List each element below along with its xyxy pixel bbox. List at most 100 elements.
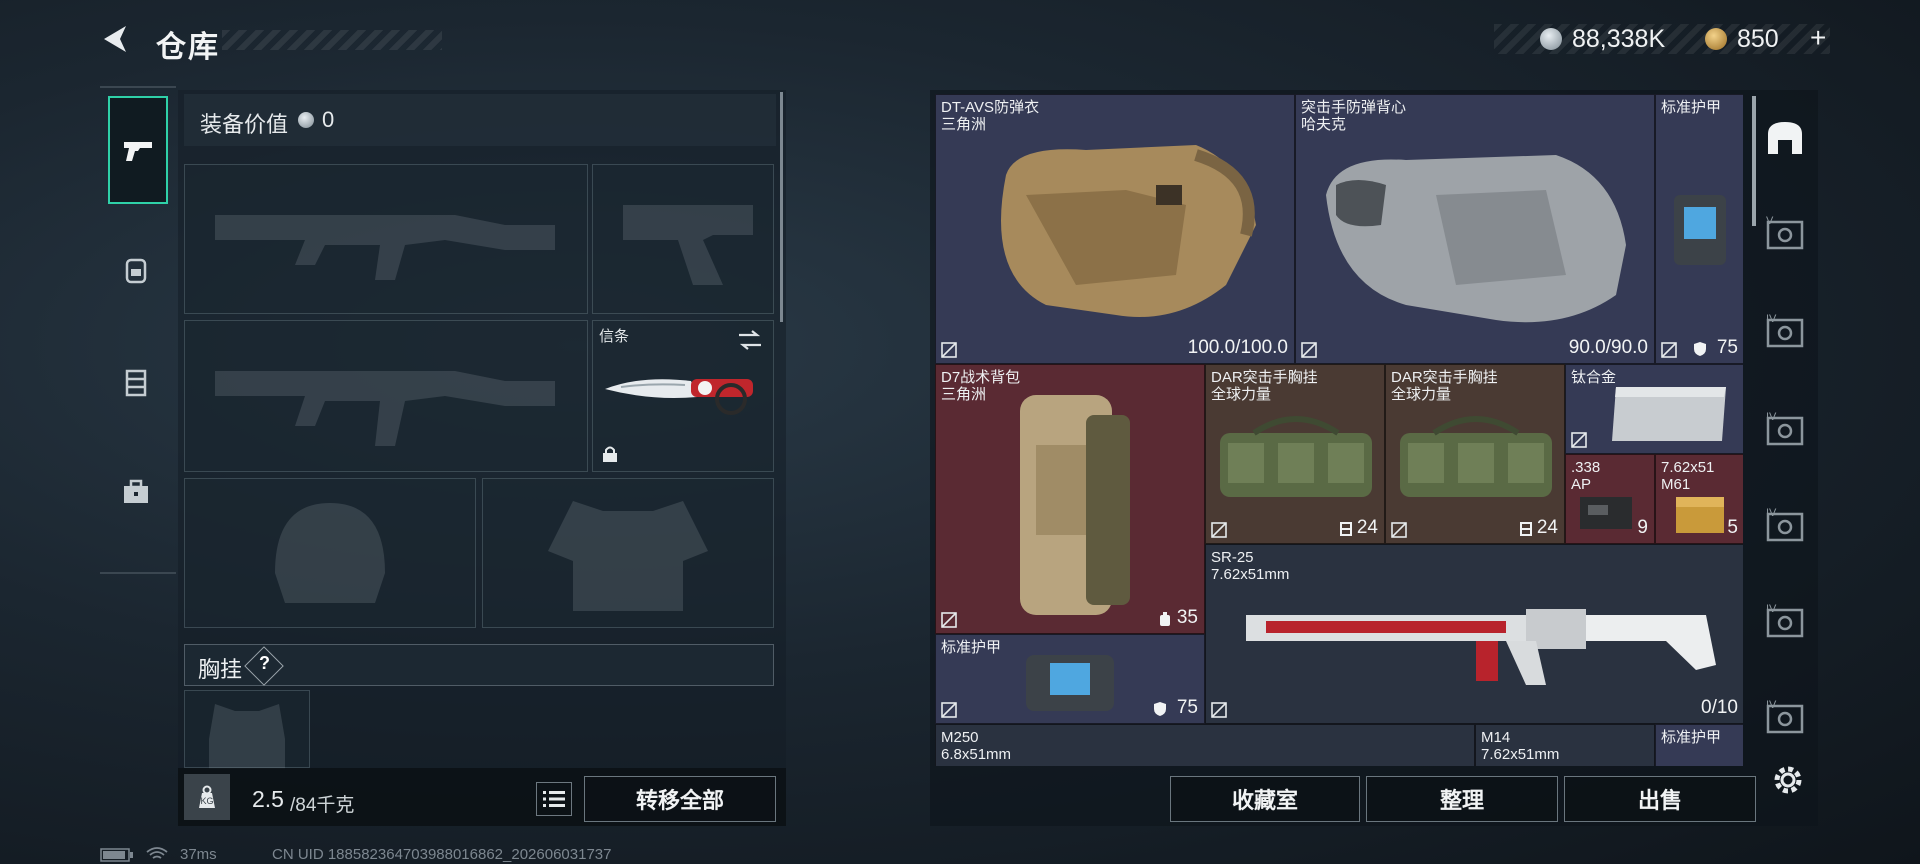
sidearm-slot[interactable] xyxy=(592,164,774,314)
item-sub: 哈夫克 xyxy=(1301,116,1347,133)
item-standard-armor[interactable]: 标准护甲 75 xyxy=(935,634,1205,724)
item-armor-level: 75 xyxy=(1176,697,1198,718)
melee-slot[interactable]: 信条 xyxy=(592,320,774,472)
armor-silhouette-icon xyxy=(548,501,708,611)
equipment-value: 0 xyxy=(322,107,335,132)
level-label: IV xyxy=(1766,313,1777,325)
list-view-button[interactable] xyxy=(536,782,572,816)
uid-text: CN UID 18858236470398801686​2_2026060317… xyxy=(272,846,612,863)
pistol-silhouette-icon xyxy=(623,205,753,285)
item-standard-armor[interactable]: 标准护甲 xyxy=(1655,724,1743,766)
storage-grid: DT-AVS防弹衣 三角洲 100.0/100.0 突击手防弹背心 哈夫克 90… xyxy=(935,94,1743,766)
no-insure-icon xyxy=(1571,432,1587,448)
swap-icon[interactable] xyxy=(737,329,763,351)
item-name: DT-AVS防弹衣 xyxy=(941,99,1040,116)
collection-button[interactable]: 收藏室 xyxy=(1170,776,1360,822)
item-titanium[interactable]: 钛合金 xyxy=(1565,364,1743,454)
toolbox-icon xyxy=(124,479,148,503)
sell-button[interactable]: 出售 xyxy=(1564,776,1756,822)
rifle-silhouette-icon xyxy=(215,215,555,280)
title-decoration xyxy=(222,30,442,50)
storage-home-icon[interactable] xyxy=(1762,118,1808,158)
item-name: 7.62x51 xyxy=(1661,459,1715,476)
loadout-scrollbar[interactable] xyxy=(780,92,783,322)
gear-icon[interactable] xyxy=(1770,762,1806,798)
level-label: IV xyxy=(1766,507,1777,519)
storage-box-icon[interactable]: V xyxy=(1762,214,1808,254)
item-ammo-338[interactable]: .338 AP 9 xyxy=(1565,454,1655,544)
item-capacity: 24 xyxy=(1536,517,1558,538)
helmet-slot[interactable] xyxy=(184,478,476,628)
item-m250[interactable]: M250 6.8x51mm xyxy=(935,724,1475,766)
secondary-weapon-slot[interactable] xyxy=(184,320,588,472)
item-assault-vest[interactable]: 突击手防弹背心 哈夫克 90.0/90.0 xyxy=(1295,94,1655,364)
item-dar-chest-rig[interactable]: DAR突击手胸挂 全球力量 24 xyxy=(1205,364,1385,544)
no-insure-icon xyxy=(1211,522,1227,538)
item-armor-level: 75 xyxy=(1716,337,1738,358)
item-count: 5 xyxy=(1727,517,1738,538)
level-label: IV xyxy=(1766,603,1777,615)
chest-rig-icon xyxy=(1400,416,1552,497)
item-name: 标准护甲 xyxy=(1661,99,1722,116)
item-ammo-count: 0/10 xyxy=(1701,697,1738,718)
item-sub: 三角洲 xyxy=(941,386,987,403)
weight-value: 2.5 xyxy=(252,786,284,812)
no-insure-icon xyxy=(1211,702,1227,718)
item-sr25[interactable]: SR-25 7.62x51mm 0/10 xyxy=(1205,544,1743,724)
storage-box-icon[interactable]: IV xyxy=(1762,506,1808,546)
capacity-icon xyxy=(1160,612,1170,626)
item-standard-armor[interactable]: 标准护甲 75 xyxy=(1655,94,1743,364)
primary-weapon-slot[interactable] xyxy=(184,164,588,314)
back-arrow-icon[interactable] xyxy=(98,22,132,56)
weight-icon: KG xyxy=(184,774,230,820)
silver-coin-icon xyxy=(1540,28,1562,50)
no-insure-icon xyxy=(941,342,957,358)
capacity-icon xyxy=(1340,522,1352,536)
list-icon xyxy=(543,791,565,807)
storage-scrollbar[interactable] xyxy=(1752,96,1756,226)
item-sub: 6.8x51mm xyxy=(941,746,1012,763)
no-insure-icon xyxy=(1661,342,1677,358)
item-name: M14 xyxy=(1481,729,1511,746)
storage-box-icon[interactable]: IV xyxy=(1762,312,1808,352)
sort-button[interactable]: 整理 xyxy=(1366,776,1558,822)
chest-rig-label: 胸挂 xyxy=(198,657,243,682)
body-armor-icon xyxy=(1001,145,1256,317)
shield-icon xyxy=(1694,342,1706,356)
tab-chest-rig[interactable] xyxy=(108,328,164,436)
item-name: 标准护甲 xyxy=(941,639,1002,656)
item-sub: 三角洲 xyxy=(941,116,987,133)
tab-toolbox[interactable] xyxy=(108,438,164,546)
item-m14[interactable]: M14 7.62x51mm xyxy=(1475,724,1655,766)
item-dar-chest-rig[interactable]: DAR突击手胸挂 全球力量 24 xyxy=(1385,364,1565,544)
item-dt-avs[interactable]: DT-AVS防弹衣 三角洲 100.0/100.0 xyxy=(935,94,1295,364)
tab-firearms[interactable] xyxy=(108,96,168,204)
item-durability: 90.0/90.0 xyxy=(1568,337,1648,358)
gold-coin-icon xyxy=(1705,28,1727,50)
gold-currency-value: 850 xyxy=(1737,25,1779,53)
add-currency-button[interactable]: + xyxy=(1810,22,1826,54)
item-d7-backpack[interactable]: D7战术背包 三角洲 35 xyxy=(935,364,1205,634)
armor-slot[interactable] xyxy=(482,478,774,628)
armor-plate-icon xyxy=(1674,195,1726,265)
battery-icon xyxy=(100,848,133,862)
storage-box-icon[interactable]: IV xyxy=(1762,410,1808,450)
backpack-icon xyxy=(1020,395,1130,615)
bag-icon xyxy=(125,369,147,397)
tab-backpack[interactable] xyxy=(108,216,164,324)
storage-box-icon[interactable]: IV xyxy=(1762,698,1808,738)
chest-rig-slot[interactable] xyxy=(184,690,310,769)
rifle-silhouette-icon xyxy=(215,371,555,446)
metal-plate-icon xyxy=(1612,387,1726,441)
item-name: 突击手防弹背心 xyxy=(1301,99,1407,116)
equipment-value-label: 装备价值 xyxy=(200,112,289,137)
silver-coin-icon xyxy=(298,112,314,128)
armor-vest-icon xyxy=(1326,155,1626,323)
armor-plate-icon xyxy=(1026,655,1114,711)
transfer-all-button[interactable]: 转移全部 xyxy=(584,776,776,822)
ammo-box-icon xyxy=(1676,497,1724,533)
item-name: DAR突击手胸挂 xyxy=(1391,369,1498,386)
item-ammo-762[interactable]: 7.62x51 M61 5 xyxy=(1655,454,1743,544)
item-count: 9 xyxy=(1637,517,1648,538)
storage-box-icon[interactable]: IV xyxy=(1762,602,1808,642)
